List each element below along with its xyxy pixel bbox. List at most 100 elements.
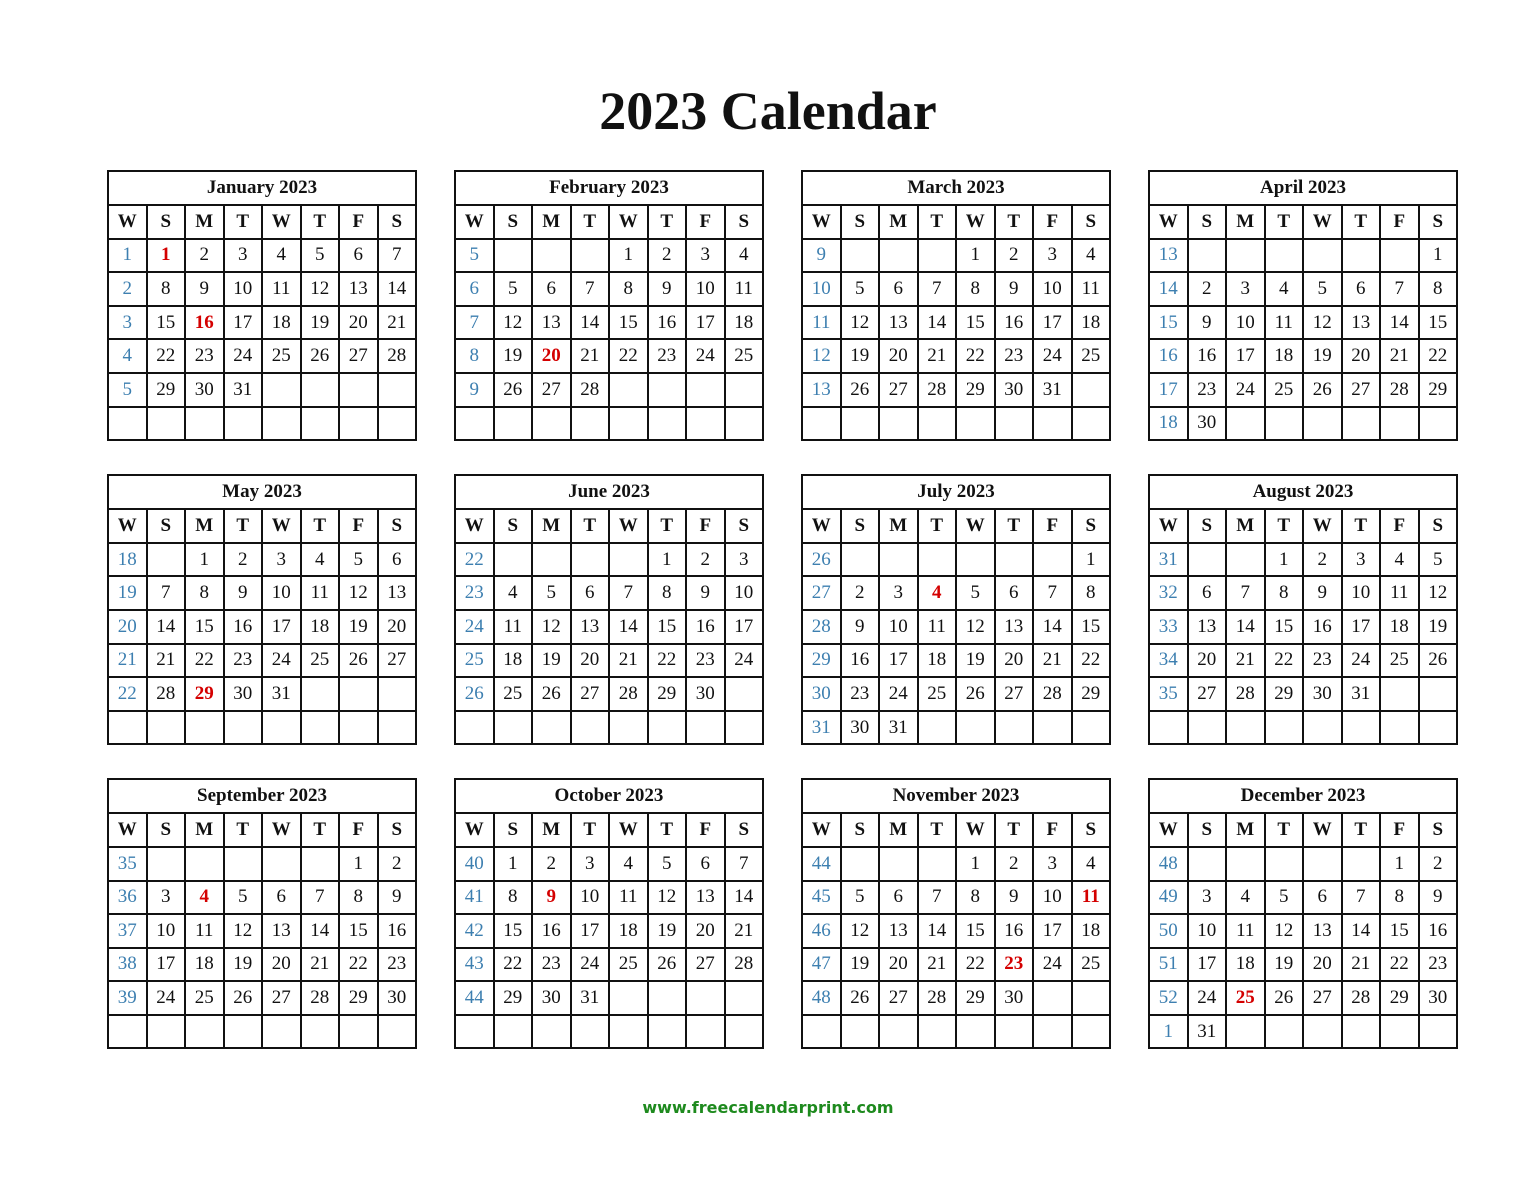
weekday-header: F: [685, 812, 726, 848]
day-cell: 17: [1032, 913, 1073, 949]
day-cell: 21: [376, 304, 417, 341]
day-cell: 4: [261, 237, 302, 274]
day-cell: 15: [492, 913, 533, 949]
week-number: 5: [454, 237, 495, 274]
weekday-header: T: [916, 812, 957, 848]
week-column-header: W: [801, 508, 842, 544]
day-cell: 14: [1340, 913, 1381, 949]
week-row: 8 19 20 21 22 23 24 25: [454, 338, 764, 374]
day-cell: 9: [1302, 575, 1343, 611]
weekday-header: T: [569, 812, 610, 848]
day-cell: 21: [916, 946, 957, 983]
day-cell: [531, 1013, 572, 1050]
day-cell: 4: [608, 845, 649, 882]
day-cell: 14: [1032, 608, 1073, 645]
day-cell: 22: [955, 338, 996, 374]
day-cell: 2: [993, 845, 1034, 882]
day-cell: 16: [839, 642, 880, 679]
week-number: [107, 1013, 148, 1050]
day-cell: [338, 405, 379, 442]
day-cell: 13: [1340, 304, 1381, 341]
day-cell: 10: [1340, 575, 1381, 611]
week-row: 46 12 13 14 15 16 17 18: [801, 913, 1111, 949]
day-cell: 20: [1302, 946, 1343, 983]
day-cell: 14: [916, 913, 957, 949]
day-cell: 18: [723, 304, 764, 341]
day-cell: [1225, 709, 1266, 746]
month-title: June 2023: [454, 474, 764, 511]
day-cell: [376, 676, 417, 712]
day-cell: 27: [1340, 371, 1381, 408]
day-cell: 6: [878, 271, 919, 307]
week-number: 22: [107, 676, 148, 712]
month-table: April 2023 W S M T W T F S 13 1 14 2 3 4 5 6 7 8 15 9 10 11 12 1…: [1148, 170, 1458, 442]
weekday-header: T: [916, 508, 957, 544]
week-row: 38 17 18 19 20 21 22 23: [107, 946, 417, 983]
day-cell: [1417, 405, 1458, 442]
day-cell: 7: [376, 237, 417, 274]
weekday-header: W: [261, 508, 302, 544]
week-row: 5 29 30 31: [107, 371, 417, 408]
day-cell: 9: [993, 271, 1034, 307]
month-table: January 2023 W S M T W T F S 1 1 2 3 4 5 6 7 2 8 9 10 11 12 13 1…: [107, 170, 417, 442]
day-cell: 7: [569, 271, 610, 307]
day-cell: 4: [1263, 271, 1304, 307]
week-number: 10: [801, 271, 842, 307]
day-cell: [222, 1013, 263, 1050]
week-row: 44 29 30 31: [454, 980, 764, 1016]
week-row: 3 15 16 17 18 19 20 21: [107, 304, 417, 341]
week-row: 35 1 2: [107, 845, 417, 882]
day-cell: 23: [531, 946, 572, 983]
day-cell: [1186, 845, 1227, 882]
day-cell: 25: [1070, 338, 1111, 374]
weekday-header: W: [1302, 204, 1343, 240]
day-cell: 7: [1225, 575, 1266, 611]
day-cell: 6: [376, 541, 417, 578]
day-cell: 18: [1070, 304, 1111, 341]
day-cell: 12: [492, 304, 533, 341]
weekday-header: T: [646, 508, 687, 544]
weekday-header: F: [1032, 508, 1073, 544]
day-cell: 2: [222, 541, 263, 578]
day-cell: 29: [955, 371, 996, 408]
week-column-header: W: [107, 812, 148, 848]
day-cell: [376, 405, 417, 442]
day-cell: 16: [222, 608, 263, 645]
week-number: 20: [107, 608, 148, 645]
day-cell: [184, 709, 225, 746]
weekday-header: S: [723, 812, 764, 848]
week-number: 48: [1148, 845, 1189, 882]
day-cell: 27: [878, 371, 919, 408]
footer-url[interactable]: www.freecalendarprint.com: [0, 1098, 1536, 1117]
week-row: 7 12 13 14 15 16 17 18: [454, 304, 764, 341]
day-cell: 14: [145, 608, 186, 645]
day-cell: 5: [646, 845, 687, 882]
weekday-header: W: [261, 812, 302, 848]
day-cell: [723, 676, 764, 712]
weekday-header: M: [184, 508, 225, 544]
month-table: March 2023 W S M T W T F S 9 1 2 3 4 10 5 6 7 8 9 10 11 11 12 13…: [801, 170, 1111, 442]
week-number: [454, 405, 495, 442]
day-cell: 1: [955, 845, 996, 882]
day-cell: 30: [1302, 676, 1343, 712]
week-row: [107, 405, 417, 442]
day-cell: 12: [1417, 575, 1458, 611]
day-cell: 29: [1070, 676, 1111, 712]
day-cell: [723, 1013, 764, 1050]
day-cell: 14: [376, 271, 417, 307]
day-cell: 12: [1302, 304, 1343, 341]
week-row: 25 18 19 20 21 22 23 24: [454, 642, 764, 679]
weekday-header: M: [878, 812, 919, 848]
day-cell: [145, 709, 186, 746]
day-cell: 23: [184, 338, 225, 374]
day-cell: 22: [1263, 642, 1304, 679]
week-row: 9 26 27 28: [454, 371, 764, 408]
week-row: 31 30 31: [801, 709, 1111, 746]
day-cell: 28: [916, 980, 957, 1016]
day-cell: 7: [145, 575, 186, 611]
weekday-header: T: [993, 508, 1034, 544]
day-cell: [878, 541, 919, 578]
day-cell: [376, 709, 417, 746]
day-cell: 20: [338, 304, 379, 341]
day-cell: 2: [1186, 271, 1227, 307]
